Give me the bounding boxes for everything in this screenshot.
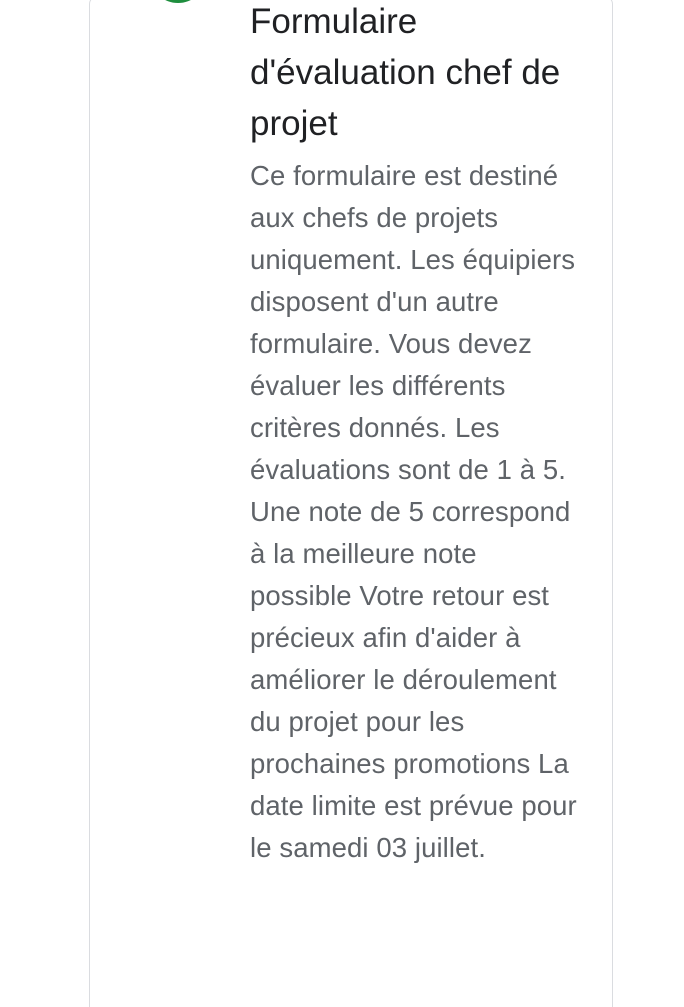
form-title: Formulaire d'évaluation chef de projet — [250, 2, 561, 143]
form-icon — [152, 0, 204, 3]
form-header: Formulaire d'évaluation chef de projet C… — [250, 0, 580, 869]
form-card: Formulaire d'évaluation chef de projet C… — [89, 0, 613, 1007]
form-description: Ce formulaire est destiné aux chefs de p… — [250, 160, 577, 863]
